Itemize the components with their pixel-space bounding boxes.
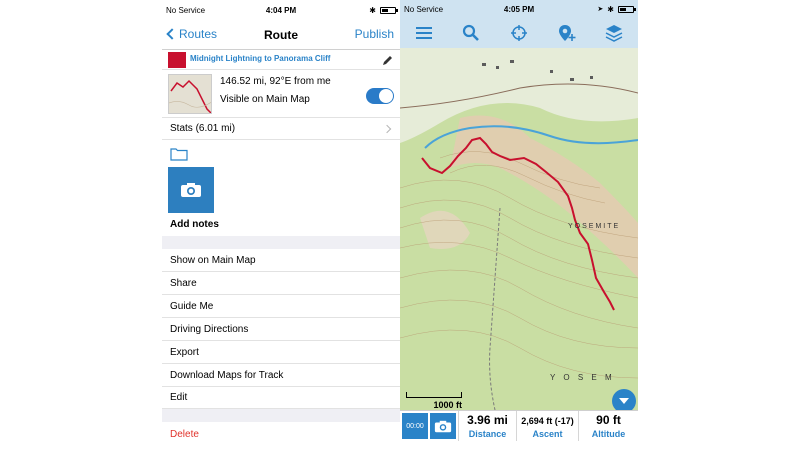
stats-row[interactable]: Stats (6.01 mi) (162, 118, 400, 140)
menu-item-share[interactable]: Share (162, 272, 400, 295)
chevron-right-icon (382, 124, 392, 133)
map-scale: 1000 ft (406, 392, 462, 412)
menu-item-label: Guide Me (170, 300, 214, 312)
route-detail-screen: No Service 4:04 PM ✱ Routes Route Publis… (162, 0, 400, 450)
map-canvas[interactable]: Y O S E M YOSEMITE (400, 48, 638, 410)
menu-item-show-on-main-map[interactable]: Show on Main Map (162, 249, 400, 272)
stat-label: Ascent (532, 429, 563, 439)
location-arrow-icon: ➤ (597, 6, 604, 13)
battery-icon (618, 5, 636, 13)
stat-value: 90 ft (596, 413, 621, 427)
stats-label: Stats (6.01 mi) (170, 123, 236, 134)
route-header[interactable]: Midnight Lightning to Panorama Cliff (162, 50, 400, 70)
visible-label: Visible on Main Map (220, 94, 310, 105)
camera-button[interactable] (430, 413, 456, 439)
add-pin-icon[interactable] (556, 22, 578, 44)
publish-button[interactable]: Publish (355, 27, 394, 41)
route-distance: 146.52 mi, 92°E from me (220, 76, 331, 87)
stat-value: 2,694 ft (-17) (521, 416, 574, 426)
record-time: 00:00 (406, 422, 424, 430)
map-screen: No Service 4:05 PM ➤ ✱ Y O S E M YOSEMIT… (400, 0, 638, 450)
route-name[interactable]: Midnight Lightning to Panorama Cliff (190, 54, 330, 63)
section-gap (162, 409, 400, 422)
status-bar: No Service 4:04 PM ✱ (162, 0, 400, 20)
layers-icon[interactable] (603, 22, 625, 44)
delete-button[interactable]: Delete (162, 422, 400, 446)
pencil-icon[interactable] (382, 54, 394, 66)
stat-distance[interactable]: 3.96 mi Distance (458, 411, 516, 441)
add-photo-button[interactable] (168, 167, 214, 213)
toggle-knob (379, 89, 393, 103)
folder-row[interactable] (162, 140, 400, 167)
route-info: 146.52 mi, 92°E from me Visible on Main … (162, 70, 400, 118)
bluetooth-icon: ✱ (369, 5, 376, 15)
track-stats-bar: 00:00 3.96 mi Distance 2,694 ft (-17) As… (400, 410, 638, 441)
menu-item-label: Driving Directions (170, 323, 249, 335)
camera-icon (181, 183, 201, 197)
stat-value: 3.96 mi (467, 413, 508, 427)
route-thumbnail[interactable] (168, 74, 212, 114)
status-bar: No Service 4:05 PM ➤ ✱ (400, 0, 638, 18)
visible-toggle[interactable] (366, 88, 394, 104)
clock: 4:04 PM (265, 5, 297, 15)
battery-icon (380, 6, 398, 14)
clock: 4:05 PM (503, 4, 535, 14)
search-icon[interactable] (460, 22, 482, 44)
menu-item-label: Show on Main Map (170, 254, 256, 266)
menu-item-edit[interactable]: Edit (162, 387, 400, 409)
carrier-label: No Service (404, 4, 444, 14)
menu-item-label: Export (170, 346, 199, 358)
folder-icon[interactable] (170, 147, 188, 161)
stat-ascent[interactable]: 2,694 ft (-17) Ascent (516, 411, 578, 441)
crosshair-icon[interactable] (508, 22, 530, 44)
record-button[interactable]: 00:00 (402, 413, 428, 439)
map-toolbar (400, 18, 638, 48)
stat-altitude[interactable]: 90 ft Altitude (578, 411, 638, 441)
menu-item-download-maps[interactable]: Download Maps for Track (162, 364, 400, 387)
map-label: YOSEMITE (568, 223, 620, 230)
topographic-map[interactable]: Y O S E M YOSEMITE (400, 48, 638, 410)
route-color-swatch[interactable] (168, 52, 186, 68)
stat-label: Altitude (591, 429, 626, 439)
navigation-bar: Routes Route Publish (162, 20, 400, 50)
camera-icon (434, 420, 452, 432)
map-label: Y O S E M (550, 373, 615, 382)
menu-icon[interactable] (413, 22, 435, 44)
menu-item-guide-me[interactable]: Guide Me (162, 295, 400, 318)
section-gap (162, 236, 400, 249)
chevron-down-icon (619, 398, 629, 404)
status-icons: ✱ (369, 5, 398, 15)
menu-item-label: Share (170, 277, 197, 289)
menu-item-driving-directions[interactable]: Driving Directions (162, 318, 400, 341)
bluetooth-icon: ✱ (607, 4, 614, 14)
stat-label: Distance (468, 429, 507, 439)
status-icons: ➤ ✱ (597, 4, 636, 14)
menu-item-label: Edit (170, 392, 188, 403)
add-notes-button[interactable]: Add notes (170, 219, 219, 230)
menu-item-export[interactable]: Export (162, 341, 400, 364)
scale-bar (406, 392, 462, 398)
menu-item-label: Download Maps for Track (170, 369, 284, 381)
scale-label: 1000 ft (433, 400, 462, 410)
delete-label: Delete (170, 428, 199, 440)
